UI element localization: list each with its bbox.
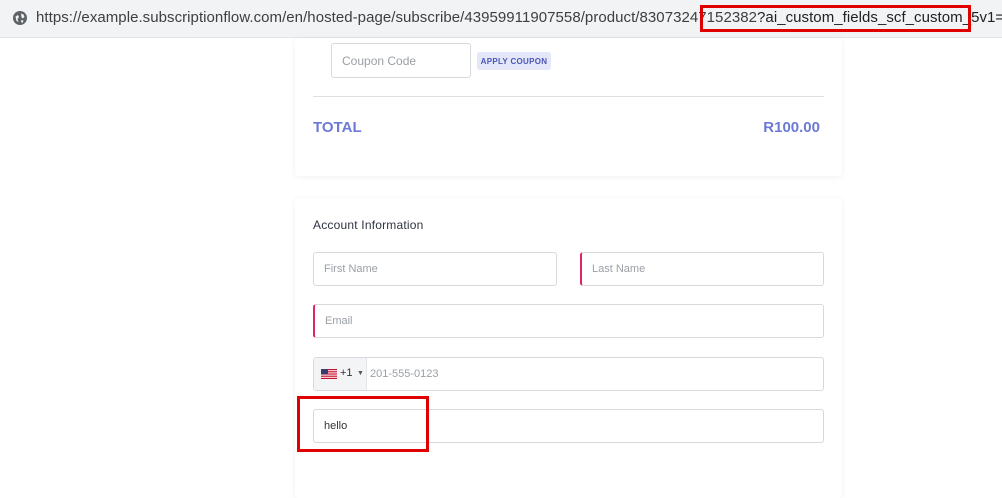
subscribe-page: APPLY COUPON TOTAL R100.00 Account Infor… (0, 38, 1002, 498)
us-flag-icon (321, 369, 337, 379)
dial-code: +1 (340, 367, 353, 379)
url-query-highlight (700, 5, 971, 32)
country-code-selector[interactable]: +1 ▼ (314, 358, 367, 390)
email-field[interactable] (313, 304, 824, 338)
account-information-card: Account Information +1 ▼ (295, 198, 842, 498)
apply-coupon-button[interactable]: APPLY COUPON (477, 52, 551, 70)
phone-field: +1 ▼ (313, 357, 824, 391)
globe-icon[interactable] (12, 10, 28, 26)
order-summary-card: APPLY COUPON TOTAL R100.00 (295, 38, 842, 176)
coupon-code-input[interactable] (331, 43, 471, 78)
total-label: TOTAL (313, 119, 362, 136)
first-name-field[interactable] (313, 252, 557, 286)
total-value: R100.00 (763, 119, 820, 136)
last-name-field[interactable] (580, 252, 824, 286)
phone-input[interactable] (370, 359, 810, 389)
account-information-title: Account Information (313, 218, 424, 232)
url-base: https://example.subscriptionflow.com/en/… (36, 9, 758, 26)
caret-down-icon: ▼ (357, 370, 364, 377)
summary-divider (313, 96, 824, 97)
custom-field-highlight (297, 396, 429, 452)
